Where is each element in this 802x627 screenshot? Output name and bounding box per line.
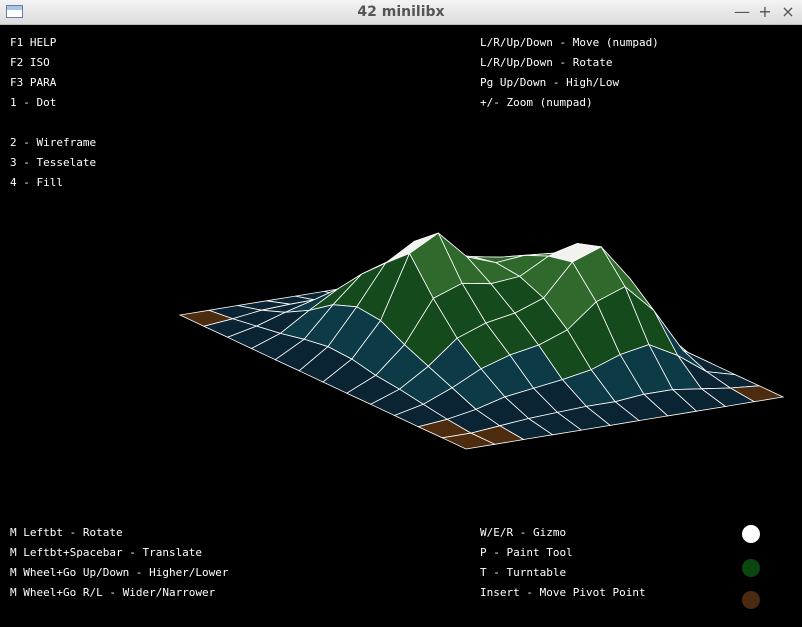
help-rotate: L/R/Up/Down - Rotate (480, 56, 613, 69)
close-button[interactable]: × (779, 3, 797, 21)
window-title: 42 minilibx (357, 4, 445, 20)
help-move: L/R/Up/Down - Move (numpad) (480, 36, 659, 49)
mouse-help-rotate: M Leftbt - Rotate (10, 526, 123, 539)
help-tesselate: 3 - Tesselate (10, 156, 97, 169)
mouse-help-height: M Wheel+Go Up/Down - Higher/Lower (10, 566, 229, 579)
mouse-help-translate: M Leftbt+Spacebar - Translate (10, 546, 203, 559)
maximize-button[interactable]: + (756, 3, 774, 21)
help-f3-para: F3 PARA (10, 76, 57, 89)
mouse-help-width: M Wheel+Go R/L - Wider/Narrower (10, 586, 216, 599)
swatch-white[interactable] (742, 525, 760, 543)
title-bar[interactable]: 42 minilibx — + × (0, 0, 802, 25)
swatch-green[interactable] (742, 559, 760, 577)
tool-help-paint: P - Paint Tool (480, 546, 573, 559)
tool-help-pivot: Insert - Move Pivot Point (480, 586, 646, 599)
help-fill: 4 - Fill (10, 176, 63, 189)
help-height: Pg Up/Down - High/Low (480, 76, 620, 89)
help-wireframe: 2 - Wireframe (10, 136, 97, 149)
tool-help-gizmo: W/E/R - Gizmo (480, 526, 567, 539)
tool-help-turntable: T - Turntable (480, 566, 567, 579)
swatch-brown[interactable] (742, 591, 760, 609)
app-window: 42 minilibx — + × F1 HELP F2 ISO F3 PARA… (0, 0, 802, 627)
minimize-button[interactable]: — (733, 3, 751, 21)
help-f1: F1 HELP (10, 36, 57, 49)
help-f2-iso: F2 ISO (10, 56, 50, 69)
help-dot: 1 - Dot (10, 96, 57, 109)
help-zoom: +/- Zoom (numpad) (480, 96, 593, 109)
